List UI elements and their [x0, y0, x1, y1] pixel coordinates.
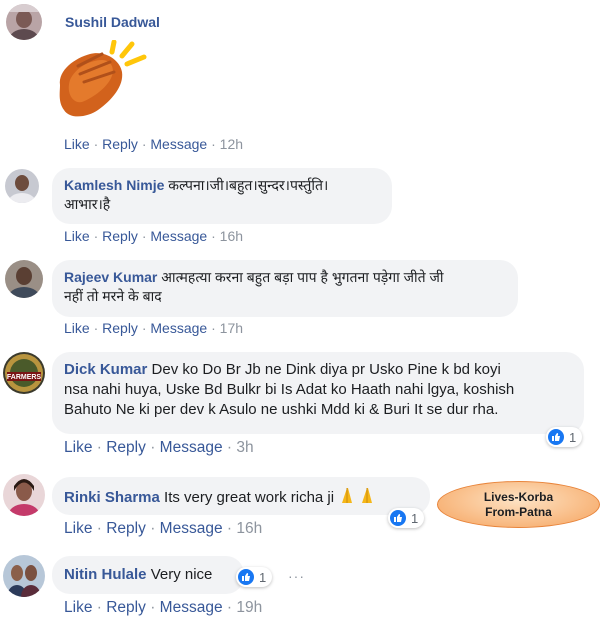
thumbs-up-icon: [390, 510, 406, 526]
reaction-count[interactable]: 1: [236, 567, 273, 587]
folded-hands-icon: [338, 486, 380, 510]
timestamp[interactable]: 12h: [220, 136, 243, 152]
comment-actions: Like · Reply · Message · 16h: [64, 520, 263, 537]
comment-bubble: Rinki Sharma Its very great work richa j…: [52, 477, 430, 515]
timestamp[interactable]: 3h: [236, 439, 253, 456]
comment-actions: Like · Reply · Message · 19h: [64, 599, 263, 616]
message-button[interactable]: Message: [150, 320, 207, 336]
comment-author[interactable]: Rajeev Kumar: [64, 269, 157, 285]
comment-actions: Like · Reply · Message · 16h: [64, 228, 244, 244]
thumbs-up-icon: [548, 429, 564, 445]
comment-actions: Like · Reply · Message · 17h: [64, 320, 244, 336]
comment-bubble: Dick Kumar Dev ko Do Br Jb ne Dink diya …: [52, 352, 584, 434]
reply-button[interactable]: Reply: [102, 136, 138, 152]
avatar-photo: [5, 169, 39, 203]
comment-bubble: Kamlesh Nimje कल्पना।जी।बहुत।सुन्दर।पर्स…: [52, 168, 392, 224]
message-button[interactable]: Message: [150, 136, 207, 152]
reply-button[interactable]: Reply: [102, 320, 138, 336]
timestamp[interactable]: 17h: [220, 320, 243, 336]
like-button[interactable]: Like: [64, 439, 92, 456]
avatar[interactable]: [3, 555, 45, 597]
more-options-icon[interactable]: ···: [288, 568, 305, 584]
overlay-note-line2: From-Patna: [485, 505, 552, 519]
comment-bubble: Nitin Hulale Very nice: [52, 556, 244, 594]
thumbs-up-icon: [238, 569, 254, 585]
comment-author[interactable]: Dick Kumar: [64, 361, 147, 378]
timestamp[interactable]: 16h: [220, 228, 243, 244]
overlay-note-line1: Lives-Korba: [483, 490, 554, 504]
like-button[interactable]: Like: [64, 599, 92, 616]
avatar[interactable]: [5, 169, 39, 203]
like-button[interactable]: Like: [64, 320, 90, 336]
avatar-photo: FARMERS: [3, 352, 45, 394]
reply-button[interactable]: Reply: [106, 439, 146, 456]
message-button[interactable]: Message: [160, 439, 223, 456]
avatar-badge-text: FARMERS: [7, 374, 42, 381]
reply-button[interactable]: Reply: [102, 228, 138, 244]
reply-button[interactable]: Reply: [106, 520, 146, 537]
message-button[interactable]: Message: [150, 228, 207, 244]
like-button[interactable]: Like: [64, 136, 90, 152]
like-button[interactable]: Like: [64, 520, 92, 537]
avatar-photo: [3, 474, 45, 516]
comment-author[interactable]: Nitin Hulale: [64, 566, 147, 583]
overlay-note: Lives-Korba From-Patna: [437, 481, 600, 528]
comment-bubble: Rajeev Kumar आत्महत्या करना बहुत बड़ा पा…: [52, 260, 518, 317]
comment-actions: Like · Reply · Message · 12h: [64, 136, 244, 152]
reaction-count[interactable]: 1: [546, 427, 583, 447]
comment-author[interactable]: Sushil Dadwal: [65, 14, 160, 30]
message-button[interactable]: Message: [160, 599, 223, 616]
avatar-photo: [5, 260, 43, 298]
timestamp[interactable]: 16h: [236, 520, 262, 537]
timestamp[interactable]: 19h: [236, 599, 262, 616]
avatar[interactable]: [5, 260, 43, 298]
comment-actions: Like · Reply · Message · 3h: [64, 439, 254, 456]
avatar[interactable]: [6, 4, 42, 40]
comment-author[interactable]: Rinki Sharma: [64, 489, 160, 506]
message-button[interactable]: Message: [160, 520, 223, 537]
avatar[interactable]: [3, 474, 45, 516]
avatar-photo: [3, 555, 45, 597]
comment-text: Its very great work richa ji: [164, 488, 335, 506]
like-button[interactable]: Like: [64, 228, 90, 244]
reaction-count[interactable]: 1: [388, 508, 425, 528]
comment-author[interactable]: Kamlesh Nimje: [64, 177, 164, 193]
clapping-hands-icon: [50, 39, 150, 120]
avatar[interactable]: FARMERS: [3, 352, 45, 394]
avatar-photo: [6, 4, 42, 40]
reply-button[interactable]: Reply: [106, 599, 146, 616]
comment-text: Very nice: [150, 566, 213, 583]
